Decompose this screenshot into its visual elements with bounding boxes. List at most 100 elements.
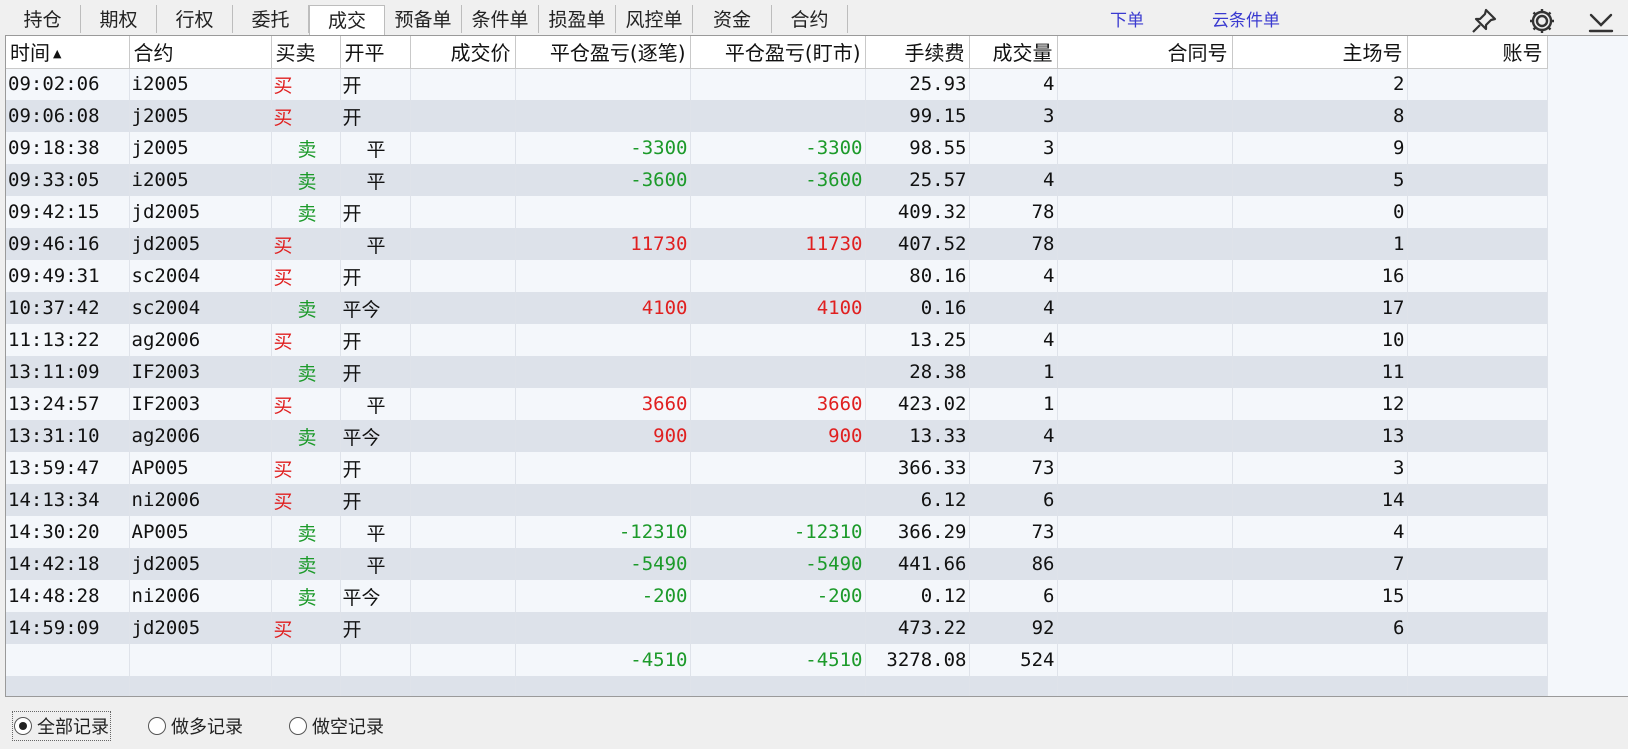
table-row[interactable]: 13:31:10 ag2006 卖平今 900 900 13.33 4 13 bbox=[6, 420, 1548, 452]
cell-contract: jd2005 bbox=[129, 548, 272, 580]
cell-side: 卖 bbox=[271, 356, 341, 388]
cell-open-close: 开 bbox=[340, 324, 411, 356]
empty-cell bbox=[690, 676, 866, 696]
cell-side: 买 bbox=[271, 228, 341, 260]
tab-options[interactable]: 期权 bbox=[81, 5, 157, 33]
table-row[interactable]: 14:30:20 AP005 卖平 -12310 -12310 366.29 73 4 bbox=[6, 516, 1548, 548]
table-row[interactable]: 09:02:06 i2005 买开 25.93 4 2 bbox=[6, 68, 1548, 100]
cell-account bbox=[1407, 516, 1548, 548]
cell-side: 卖 bbox=[271, 164, 341, 196]
cell-contract-no bbox=[1057, 196, 1233, 228]
table-row[interactable]: 09:42:15 jd2005 卖开 409.32 78 0 bbox=[6, 196, 1548, 228]
cell-account bbox=[1407, 132, 1548, 164]
table-row[interactable]: 13:24:57 IF2003 买平 3660 3660 423.02 1 12 bbox=[6, 388, 1548, 420]
col-open-close-header[interactable]: 开平 bbox=[340, 36, 411, 69]
cell-pnl-trade: 3660 bbox=[515, 388, 691, 420]
col-time-header[interactable]: 时间 ▲ bbox=[6, 36, 130, 69]
place-order-link[interactable]: 下单 bbox=[1110, 6, 1144, 31]
empty-cell bbox=[271, 676, 341, 696]
cell-account bbox=[1407, 388, 1548, 420]
cell-time: 09:18:38 bbox=[6, 132, 130, 164]
cell-open-close: 平 bbox=[340, 132, 411, 164]
trades-grid[interactable]: 时间 ▲ 合约 买卖 开平 成交价 平仓盈亏(逐笔) 平仓盈亏(盯市) 手续费 成… bbox=[5, 35, 1628, 697]
cell-volume: 3 bbox=[969, 100, 1058, 132]
tab-contracts[interactable]: 合约 bbox=[772, 5, 848, 33]
tab-list: 持仓 期权 行权 委托 成交 预备单 条件单 损盈单 风控单 资金 合约 bbox=[5, 5, 848, 35]
cell-exchange-no: 16 bbox=[1232, 260, 1408, 292]
cell-volume: 4 bbox=[969, 420, 1058, 452]
cell-volume: 4 bbox=[969, 260, 1058, 292]
filter-long-radio[interactable]: 做多记录 bbox=[148, 713, 243, 739]
tab-bar: 持仓 期权 行权 委托 成交 预备单 条件单 损盈单 风控单 资金 合约 下单 … bbox=[0, 0, 1628, 35]
table-row[interactable]: 11:13:22 ag2006 买开 13.25 4 10 bbox=[6, 324, 1548, 356]
tab-funds[interactable]: 资金 bbox=[693, 5, 772, 33]
table-row[interactable]: 09:18:38 j2005 卖平 -3300 -3300 98.55 3 9 bbox=[6, 132, 1548, 164]
cell-volume: 4 bbox=[969, 324, 1058, 356]
header-row: 时间 ▲ 合约 买卖 开平 成交价 平仓盈亏(逐笔) 平仓盈亏(盯市) 手续费 成… bbox=[6, 36, 1548, 69]
cell-side: 卖 bbox=[271, 580, 341, 612]
cell-time: 09:33:05 bbox=[6, 164, 130, 196]
col-exchange-no-header[interactable]: 主场号 bbox=[1232, 36, 1408, 69]
table-row[interactable]: 14:13:34 ni2006 买开 6.12 6 14 bbox=[6, 484, 1548, 516]
cell-time: 11:13:22 bbox=[6, 324, 130, 356]
col-account-header[interactable]: 账号 bbox=[1407, 36, 1548, 69]
tab-stop-profit-orders[interactable]: 损盈单 bbox=[539, 5, 616, 33]
col-side-header[interactable]: 买卖 bbox=[271, 36, 341, 69]
cell-pnl-trade bbox=[515, 100, 691, 132]
cell-exchange-no: 10 bbox=[1232, 324, 1408, 356]
cell-contract: i2005 bbox=[129, 68, 272, 100]
cell-contract: jd2005 bbox=[129, 228, 272, 260]
cell-volume: 78 bbox=[969, 228, 1058, 260]
cell-volume: 73 bbox=[969, 516, 1058, 548]
chevron-down-icon[interactable] bbox=[1586, 6, 1616, 36]
cell-time: 14:59:09 bbox=[6, 612, 130, 644]
cell-exchange-no: 4 bbox=[1232, 516, 1408, 548]
cell-volume: 1 bbox=[969, 356, 1058, 388]
cell-pnl-mark bbox=[690, 452, 866, 484]
col-pnl-mark-header[interactable]: 平仓盈亏(盯市) bbox=[690, 36, 866, 69]
filter-all-radio[interactable]: 全部记录 bbox=[12, 711, 111, 741]
cell-account bbox=[1407, 452, 1548, 484]
tab-positions[interactable]: 持仓 bbox=[5, 5, 81, 33]
cell-volume: 1 bbox=[969, 388, 1058, 420]
cell-fee: 25.93 bbox=[865, 68, 970, 100]
col-contract-no-header[interactable]: 合同号 bbox=[1057, 36, 1233, 69]
cloud-conditional-link[interactable]: 云条件单 bbox=[1212, 6, 1280, 31]
cell-account bbox=[1407, 324, 1548, 356]
empty-cell bbox=[515, 676, 691, 696]
cell-pnl-mark bbox=[690, 324, 866, 356]
pin-icon[interactable] bbox=[1469, 6, 1499, 36]
col-fee-header[interactable]: 手续费 bbox=[865, 36, 970, 69]
table-row[interactable]: 14:59:09 jd2005 买开 473.22 92 6 bbox=[6, 612, 1548, 644]
table-row[interactable]: 14:42:18 jd2005 卖平 -5490 -5490 441.66 86 7 bbox=[6, 548, 1548, 580]
cell-contract-no bbox=[1057, 228, 1233, 260]
gear-icon[interactable] bbox=[1527, 6, 1557, 36]
cell-pnl-mark: 3660 bbox=[690, 388, 866, 420]
radio-unchecked-icon bbox=[289, 717, 307, 735]
cell-volume: 73 bbox=[969, 452, 1058, 484]
col-volume-header[interactable]: 成交量 bbox=[969, 36, 1058, 69]
cell-volume: 4 bbox=[969, 164, 1058, 196]
filter-short-radio[interactable]: 做空记录 bbox=[289, 713, 384, 739]
tab-trades[interactable]: 成交 bbox=[309, 5, 385, 35]
table-row[interactable]: 09:33:05 i2005 卖平 -3600 -3600 25.57 4 5 bbox=[6, 164, 1548, 196]
col-contract-header[interactable]: 合约 bbox=[129, 36, 272, 69]
table-row[interactable]: 10:37:42 sc2004 卖平今 4100 4100 0.16 4 17 bbox=[6, 292, 1548, 324]
table-row[interactable]: 09:06:08 j2005 买开 99.15 3 8 bbox=[6, 100, 1548, 132]
table-row[interactable]: 13:11:09 IF2003 卖开 28.38 1 11 bbox=[6, 356, 1548, 388]
tab-exercise[interactable]: 行权 bbox=[157, 5, 233, 33]
record-filter-bar: 全部记录 做多记录 做空记录 bbox=[0, 700, 1628, 749]
table-row[interactable]: 13:59:47 AP005 买开 366.33 73 3 bbox=[6, 452, 1548, 484]
table-row[interactable]: 09:49:31 sc2004 买开 80.16 4 16 bbox=[6, 260, 1548, 292]
table-row[interactable]: 09:46:16 jd2005 买平 11730 11730 407.52 78 1 bbox=[6, 228, 1548, 260]
col-time-label: 时间 bbox=[10, 41, 50, 66]
tab-prepared-orders[interactable]: 预备单 bbox=[385, 5, 462, 33]
col-price-header[interactable]: 成交价 bbox=[410, 36, 516, 69]
table-row[interactable]: 14:48:28 ni2006 卖平今 -200 -200 0.12 6 15 bbox=[6, 580, 1548, 612]
tab-orders[interactable]: 委托 bbox=[233, 5, 309, 33]
cell-price bbox=[410, 612, 516, 644]
tab-conditional-orders[interactable]: 条件单 bbox=[462, 5, 539, 33]
cell-volume: 86 bbox=[969, 548, 1058, 580]
col-pnl-trade-header[interactable]: 平仓盈亏(逐笔) bbox=[515, 36, 691, 69]
tab-risk-orders[interactable]: 风控单 bbox=[616, 5, 693, 33]
